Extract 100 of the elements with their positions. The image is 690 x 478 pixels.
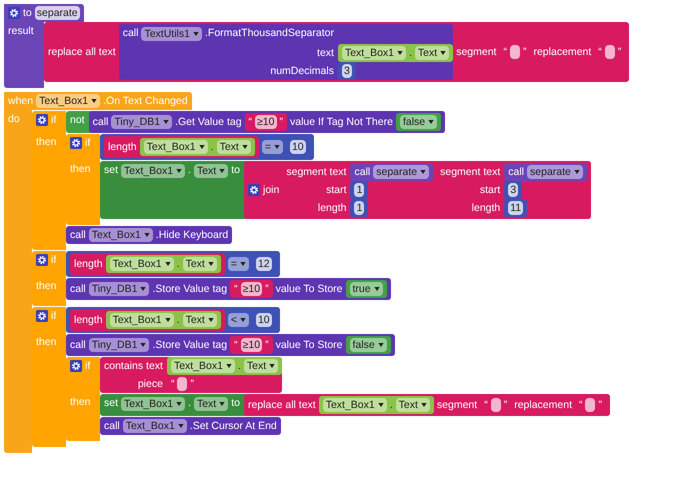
- block-label: to: [231, 164, 240, 176]
- block-label: “: [234, 339, 238, 351]
- block-label: call: [70, 283, 86, 295]
- value-field[interactable]: [510, 45, 520, 59]
- block-label: if: [85, 360, 90, 372]
- dropdown-field[interactable]: false: [400, 115, 438, 129]
- dropdown-field[interactable]: Text_Box1: [170, 359, 235, 373]
- value-field[interactable]: [585, 398, 596, 412]
- block-label: tag: [212, 339, 228, 351]
- dropdown-field[interactable]: =: [228, 257, 249, 271]
- gear-icon[interactable]: [36, 254, 48, 266]
- dropdown-field[interactable]: =: [262, 140, 283, 154]
- gear-icon[interactable]: [248, 184, 260, 196]
- block-label: result: [8, 25, 34, 37]
- caret-icon: [176, 402, 182, 406]
- block-label: text: [317, 47, 334, 59]
- caret-icon: [164, 318, 171, 322]
- caret-icon: [242, 145, 248, 149]
- value-field[interactable]: 3: [342, 64, 352, 78]
- block-label: value To Store: [276, 283, 342, 295]
- caret-icon: [574, 170, 580, 174]
- caret-icon: [140, 343, 146, 347]
- dropdown-field[interactable]: Text: [194, 397, 228, 411]
- block-label: length: [74, 258, 103, 270]
- block-label: tag: [212, 283, 228, 295]
- block-label: numDecimals: [270, 65, 334, 77]
- block-label: ”: [280, 116, 283, 128]
- dropdown-field[interactable]: Tiny_DB1: [88, 338, 150, 352]
- value-field[interactable]: 11: [508, 201, 524, 215]
- block-label: .: [210, 141, 214, 153]
- gear-icon[interactable]: [70, 137, 82, 149]
- block-label: .Store Value: [152, 283, 210, 295]
- gear-icon[interactable]: [70, 360, 82, 372]
- caret-icon: [269, 364, 276, 368]
- gear-icon[interactable]: [8, 7, 20, 19]
- block-label: join: [263, 184, 280, 196]
- dropdown-field[interactable]: TextUtils1: [141, 27, 202, 41]
- dropdown-field[interactable]: Text: [414, 46, 450, 60]
- dropdown-field[interactable]: Tiny_DB1: [88, 282, 150, 296]
- value-field[interactable]: 10: [290, 140, 306, 154]
- dropdown-field[interactable]: Text_Box1: [342, 46, 406, 60]
- gear-icon[interactable]: [36, 114, 48, 126]
- caret-icon: [91, 99, 98, 103]
- value-field[interactable]: separate: [34, 6, 80, 20]
- dropdown-field[interactable]: Text_Box1: [144, 140, 208, 154]
- dropdown-field[interactable]: Text: [216, 140, 251, 154]
- caret-icon: [274, 145, 280, 149]
- block-label: “: [598, 46, 602, 58]
- value-field[interactable]: ≥10: [240, 338, 262, 352]
- dropdown-field[interactable]: Text: [396, 398, 430, 412]
- dropdown-field[interactable]: Text: [182, 257, 217, 271]
- gear-icon[interactable]: [36, 310, 48, 322]
- block-label: if: [51, 254, 56, 266]
- block-label: call: [70, 339, 86, 351]
- caret-icon: [192, 32, 199, 36]
- dropdown-field[interactable]: <: [228, 313, 249, 327]
- block-label: segment text: [440, 166, 500, 178]
- dropdown-field[interactable]: separate: [373, 165, 430, 179]
- caret-icon: [226, 364, 232, 368]
- dropdown-field[interactable]: false: [350, 338, 387, 352]
- block-label: then: [36, 136, 56, 148]
- caret-icon: [176, 169, 182, 173]
- value-field[interactable]: 1: [354, 201, 364, 215]
- block-label: start: [326, 184, 346, 196]
- block-label: set: [104, 164, 118, 176]
- dropdown-field[interactable]: Text_Box1: [88, 228, 153, 242]
- value-field[interactable]: ≥10: [240, 282, 262, 296]
- block-label: .Hide Keyboard: [156, 229, 228, 241]
- dropdown-field[interactable]: true: [350, 282, 383, 296]
- dropdown-field[interactable]: Text_Box1: [110, 313, 174, 327]
- dropdown-field[interactable]: Text_Box1: [121, 164, 186, 178]
- dropdown-field[interactable]: separate: [527, 165, 583, 179]
- block-label: when: [8, 95, 34, 107]
- block-label: not: [70, 114, 85, 126]
- value-field[interactable]: 10: [256, 313, 272, 327]
- caret-icon: [219, 169, 226, 173]
- value-field[interactable]: [177, 377, 188, 391]
- block-label: “: [170, 378, 174, 390]
- value-field[interactable]: [490, 398, 501, 412]
- dropdown-field[interactable]: Text_Box1: [36, 94, 100, 108]
- dropdown-field[interactable]: Tiny_DB1: [111, 115, 172, 129]
- caret-icon: [374, 287, 380, 291]
- dropdown-field[interactable]: Text: [244, 359, 278, 373]
- value-field[interactable]: 1: [354, 183, 364, 197]
- value-field[interactable]: 3: [508, 183, 518, 197]
- block-label: “: [484, 399, 488, 411]
- block-label: call: [122, 27, 138, 39]
- dropdown-field[interactable]: Text_Box1: [121, 397, 186, 411]
- block-label: replacement: [533, 46, 592, 58]
- dropdown-field[interactable]: Text_Box1: [122, 419, 187, 433]
- value-field[interactable]: [604, 45, 615, 59]
- dropdown-field[interactable]: Text_Box1: [322, 398, 387, 412]
- block-label: length: [472, 202, 500, 214]
- block-label: ”: [265, 283, 269, 295]
- block-label: “: [503, 46, 507, 58]
- dropdown-field[interactable]: Text_Box1: [110, 257, 174, 271]
- value-field[interactable]: 12: [256, 257, 272, 271]
- value-field[interactable]: ≥10: [255, 115, 276, 129]
- dropdown-field[interactable]: Text: [194, 164, 228, 178]
- dropdown-field[interactable]: Text: [182, 313, 217, 327]
